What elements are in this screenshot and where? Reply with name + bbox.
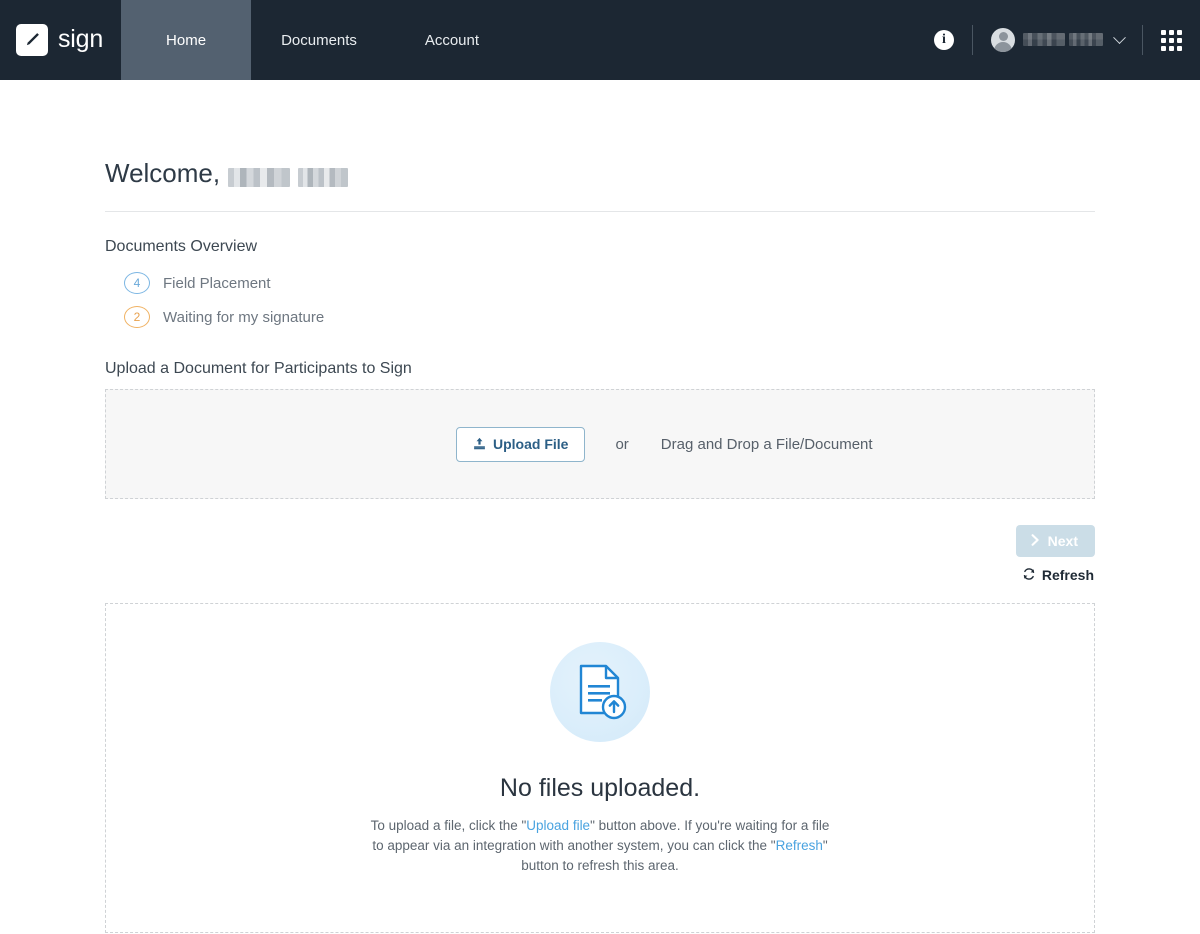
action-buttons: Next Refresh: [105, 525, 1095, 585]
grid-icon[interactable]: [1161, 30, 1182, 51]
page-title: Welcome,: [105, 80, 1095, 189]
pencil-icon: [16, 24, 48, 56]
status-badge: 2: [124, 306, 150, 328]
title-divider: [105, 211, 1095, 212]
upload-file-button[interactable]: Upload File: [456, 427, 585, 462]
brand-name: sign: [58, 27, 103, 54]
empty-text-part-3: an integration with another system, you …: [454, 838, 775, 853]
info-icon[interactable]: i: [934, 30, 954, 50]
documents-overview-title: Documents Overview: [105, 238, 1095, 256]
app-header: sign Home Documents Account i: [0, 0, 1200, 80]
document-upload-icon: [550, 642, 650, 742]
user-menu[interactable]: [991, 28, 1124, 52]
upload-icon: [473, 437, 486, 452]
nav-item-home[interactable]: Home: [121, 0, 251, 80]
next-button-label: Next: [1048, 534, 1078, 548]
nav-item-account[interactable]: Account: [387, 0, 517, 80]
page-body: Welcome, Documents Overview 4 Field Plac…: [0, 80, 1200, 933]
overview-item-field-placement[interactable]: 4 Field Placement: [124, 266, 1095, 300]
nav-item-documents[interactable]: Documents: [251, 0, 387, 80]
user-name-redacted: [1023, 31, 1103, 49]
documents-overview-list: 4 Field Placement 2 Waiting for my signa…: [105, 266, 1095, 334]
chevron-down-icon: [1113, 31, 1126, 44]
next-button[interactable]: Next: [1016, 525, 1095, 557]
welcome-user-name-redacted: [228, 158, 348, 189]
header-actions: i: [934, 0, 1200, 80]
drag-drop-label: Drag and Drop a File/Document: [661, 436, 873, 453]
refresh-icon: [1022, 567, 1036, 583]
chevron-right-icon: [1030, 534, 1041, 548]
empty-state-description: To upload a file, click the "Upload file…: [365, 816, 835, 876]
upload-file-button-label: Upload File: [493, 437, 568, 451]
uploaded-files-panel: No files uploaded. To upload a file, cli…: [105, 603, 1095, 933]
main-nav: Home Documents Account: [121, 0, 517, 80]
empty-state-title: No files uploaded.: [500, 774, 700, 803]
brand-logo-area[interactable]: sign: [0, 0, 121, 80]
avatar: [991, 28, 1015, 52]
status-badge: 4: [124, 272, 150, 294]
overview-item-label: Field Placement: [163, 275, 271, 292]
header-divider-2: [1142, 25, 1143, 55]
empty-text-part-1: To upload a file, click the ": [371, 818, 527, 833]
welcome-greeting: Welcome,: [105, 158, 220, 189]
upload-section-title: Upload a Document for Participants to Si…: [105, 360, 1095, 378]
header-divider-1: [972, 25, 973, 55]
overview-item-label: Waiting for my signature: [163, 309, 324, 326]
overview-item-waiting-signature[interactable]: 2 Waiting for my signature: [124, 300, 1095, 334]
refresh-button-label: Refresh: [1042, 568, 1094, 582]
or-label: or: [615, 436, 628, 453]
refresh-button[interactable]: Refresh: [1021, 565, 1095, 585]
refresh-link[interactable]: Refresh: [776, 838, 823, 853]
file-dropzone[interactable]: Upload File or Drag and Drop a File/Docu…: [105, 389, 1095, 499]
upload-file-link[interactable]: Upload file: [526, 818, 590, 833]
